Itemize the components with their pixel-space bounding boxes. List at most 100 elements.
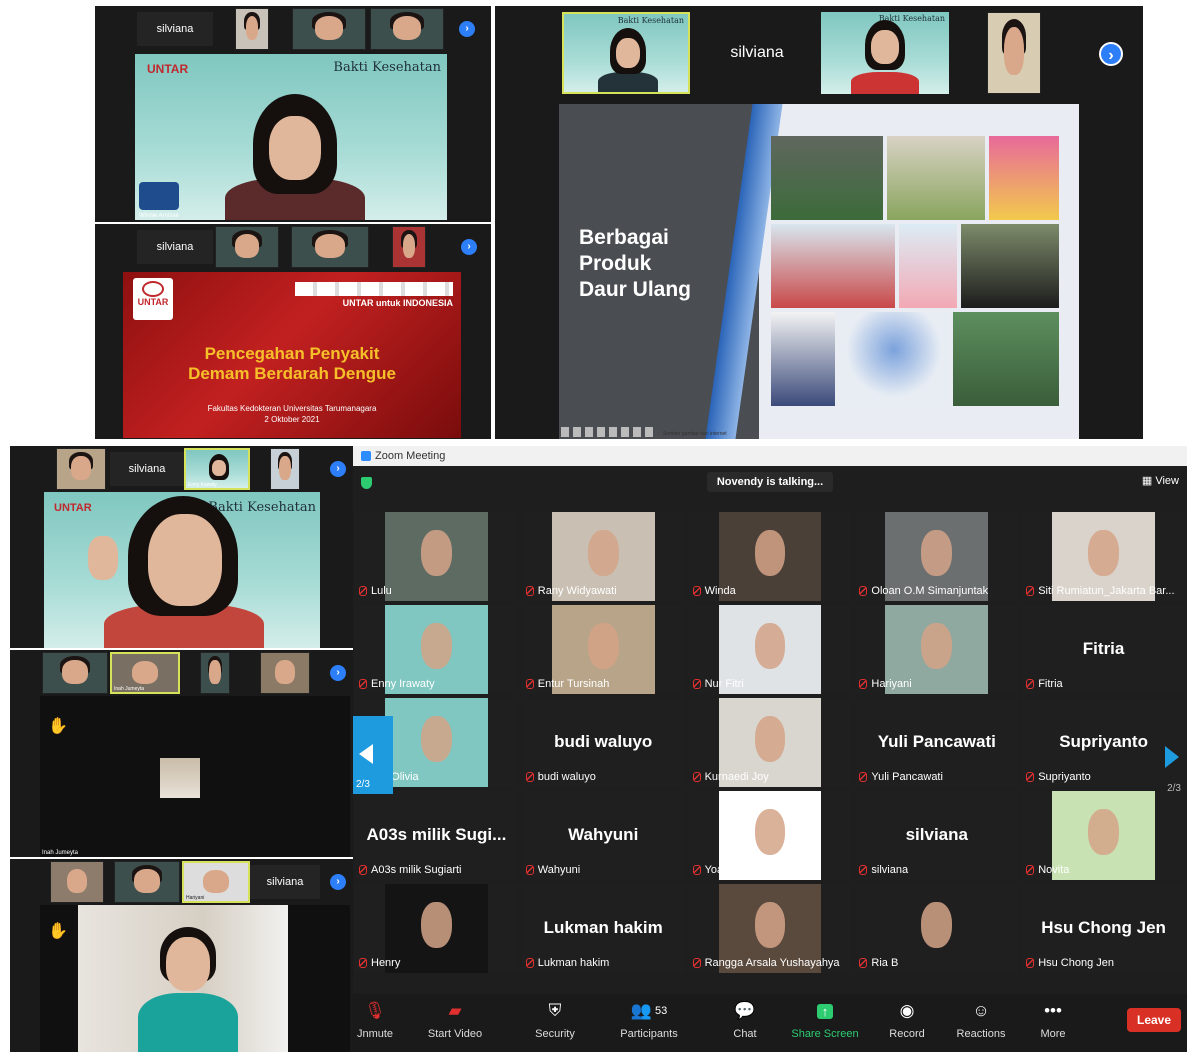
unmute-button[interactable]: 🎙 Jnmute <box>353 1000 415 1040</box>
participant-tile[interactable]: Fitria Fitria <box>1022 605 1185 694</box>
participant-thumb[interactable] <box>392 226 426 268</box>
next-page-icon[interactable]: › <box>461 239 477 255</box>
participant-tile[interactable]: Ria B <box>855 884 1019 973</box>
participant-thumb[interactable] <box>42 652 108 694</box>
participant-thumb[interactable]: Enny Irawaty <box>184 448 250 490</box>
sponsor-logos <box>295 282 453 296</box>
participant-tile[interactable]: Oloan O.M Simanjuntak <box>855 512 1019 601</box>
participant-tile[interactable]: A03s milik Sugi... A03s milik Sugiarti <box>355 791 518 880</box>
participant-tile[interactable]: Kurnaedi Joy <box>688 698 852 787</box>
gallery-grid: Lulu Rany Widyawati Winda Oloan O.M Simanju… <box>353 510 1187 975</box>
video-strip: Hariyani silviana › <box>10 859 353 905</box>
participant-thumb[interactable] <box>200 652 230 694</box>
chat-button[interactable]: 💬 Chat <box>705 1000 785 1040</box>
participant-tile[interactable]: Winda <box>688 512 852 601</box>
participant-tile[interactable]: Rany Widyawati <box>521 512 685 601</box>
next-page-icon[interactable]: › <box>330 461 346 477</box>
participant-tile[interactable]: Henry <box>355 884 518 973</box>
slide-controls[interactable] <box>561 427 657 437</box>
room-background <box>78 905 288 1052</box>
photo-lamp <box>839 312 949 406</box>
participant-tile[interactable]: Lukman hakim Lukman hakim <box>521 884 685 973</box>
leave-label: Leave <box>1136 1013 1172 1027</box>
mic-muted-icon <box>692 865 701 875</box>
active-speaker-video: UNTAR Bakti Kesehatan <box>44 492 320 648</box>
participant-tile[interactable]: Wahyuni Wahyuni <box>521 791 685 880</box>
participant-tile[interactable]: Lulu <box>355 512 518 601</box>
participant-tile[interactable]: Hariyani <box>855 605 1019 694</box>
participant-tile[interactable]: Yuli Pancawati Yuli Pancawati <box>855 698 1019 787</box>
participant-thumb[interactable] <box>235 8 269 50</box>
participant-tile[interactable]: budi waluyo budi waluyo <box>521 698 685 787</box>
participant-thumb[interactable]: Bakti Kesehatan <box>562 12 690 94</box>
participant-name-label: Hariyani <box>859 678 912 690</box>
participant-tile[interactable]: silviana <box>695 12 819 94</box>
participant-name-label: Yoanita Widjaja <box>692 864 780 876</box>
photo-toys <box>989 136 1059 220</box>
participant-name-label: Yuli Pancawati <box>859 771 943 783</box>
next-page-icon[interactable]: › <box>1099 42 1123 66</box>
share-screen-button[interactable]: ↑ Share Screen <box>785 1000 865 1040</box>
participant-name: Nur Fitri <box>704 678 744 690</box>
participant-thumb[interactable] <box>987 12 1041 94</box>
next-page-icon[interactable]: › <box>330 665 346 681</box>
security-button[interactable]: ⛨ Security <box>515 1000 595 1040</box>
participant-thumb[interactable] <box>50 861 104 903</box>
leave-button[interactable]: Leave <box>1127 1008 1181 1032</box>
previous-page-button[interactable]: 2/3 <box>353 716 393 794</box>
more-button[interactable]: ••• More <box>1013 1000 1093 1040</box>
view-label: View <box>1155 475 1179 487</box>
reactions-button[interactable]: ☺ Reactions <box>941 1000 1021 1040</box>
participant-thumb[interactable] <box>114 861 180 903</box>
participant-tile[interactable]: Rangga Arsala Yushayahya <box>688 884 852 973</box>
participant-thumb[interactable] <box>291 226 369 268</box>
participant-name-label: Lulu <box>359 585 392 597</box>
participant-thumb[interactable]: Bakti Kesehatan <box>821 12 949 94</box>
participant-face <box>754 808 786 856</box>
participant-tile[interactable]: Supriyanto Supriyanto <box>1022 698 1185 787</box>
meeting-panel-a: silviana › UNTAR Bakti Kesehatan Winnie … <box>95 6 491 222</box>
participant-name-label: Siti Rumiatun_Jakarta Bar... <box>1026 585 1175 597</box>
speaker-label: Inah Jumeyta <box>42 850 79 856</box>
participant-tile[interactable]: Hsu Chong Jen Hsu Chong Jen <box>1022 884 1185 973</box>
participant-name: Lulu <box>371 585 392 597</box>
participant-thumb[interactable]: Inah Jumeyta <box>110 652 180 694</box>
speaker-figure <box>138 927 238 1052</box>
participant-tile[interactable]: Entur Tursinah <box>521 605 685 694</box>
thumb-label: Hariyani <box>186 895 205 901</box>
share-screen-icon: ↑ <box>785 1000 865 1022</box>
start-video-button[interactable]: ▰ Start Video <box>415 1000 495 1040</box>
participants-button[interactable]: 👥 53 Participants <box>609 1000 689 1040</box>
record-button[interactable]: ◉ Record <box>867 1000 947 1040</box>
mic-muted-icon <box>525 679 534 689</box>
recycled-products-photos <box>771 136 1059 406</box>
unmute-label: Jnmute <box>356 1028 394 1040</box>
participant-video <box>385 884 488 973</box>
participant-thumb[interactable] <box>260 652 310 694</box>
participant-name: Fitria <box>1038 678 1063 690</box>
photo-hanging-pots <box>887 136 985 220</box>
mic-muted-icon <box>692 586 701 596</box>
participant-tile[interactable]: silviana <box>137 230 213 264</box>
next-page-icon[interactable]: › <box>330 874 346 890</box>
participant-face <box>921 901 953 949</box>
participant-thumb[interactable] <box>270 448 300 490</box>
participant-thumb[interactable] <box>292 8 366 50</box>
next-page-icon[interactable]: › <box>459 21 475 37</box>
participant-tile[interactable]: Siti Rumiatun_Jakarta Bar... <box>1022 512 1185 601</box>
participant-tile[interactable]: silviana <box>250 865 320 899</box>
participant-tile[interactable]: silviana <box>110 452 184 486</box>
view-button[interactable]: ▦ View <box>1142 474 1179 487</box>
participant-tile[interactable]: Nur Fitri <box>688 605 852 694</box>
participant-thumb[interactable]: Hariyani <box>182 861 250 903</box>
participant-tile[interactable]: silviana silviana <box>855 791 1019 880</box>
participant-thumb[interactable] <box>370 8 444 50</box>
participant-tile[interactable]: Enny Irawaty <box>355 605 518 694</box>
participant-thumb[interactable] <box>215 226 279 268</box>
participant-tile[interactable]: Yoanita Widjaja <box>688 791 852 880</box>
participant-thumb[interactable] <box>56 448 106 490</box>
next-page-button[interactable] <box>1165 746 1179 768</box>
participant-tile[interactable]: Novita <box>1022 791 1185 880</box>
participants-count: 53 <box>654 1005 668 1017</box>
participant-tile[interactable]: silviana <box>137 12 213 46</box>
